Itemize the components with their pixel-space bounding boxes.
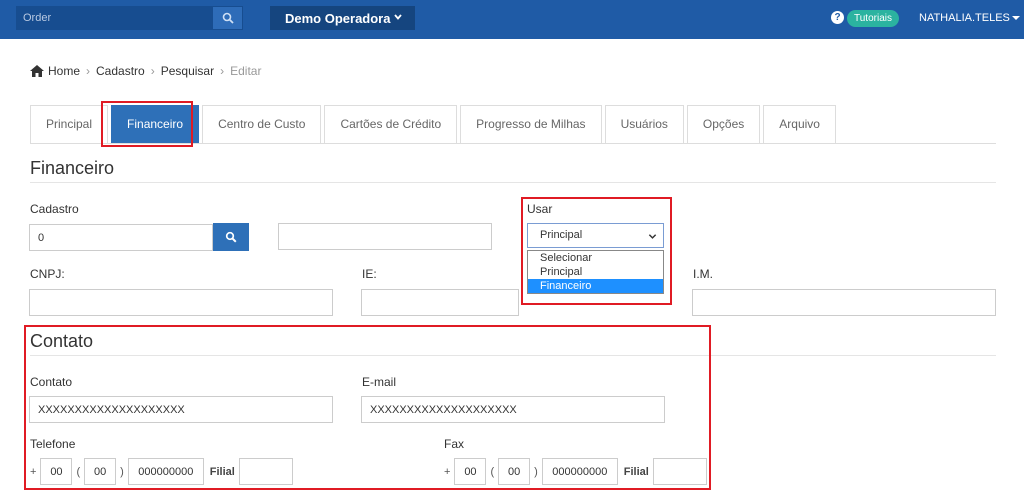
fax-country-input[interactable] — [454, 458, 487, 485]
chevron-down-icon — [648, 234, 657, 239]
usar-label: Usar — [527, 202, 553, 216]
fax-row: + ( ) Filial — [444, 458, 707, 485]
tabs-divider — [30, 143, 996, 144]
usar-option-principal[interactable]: Principal — [528, 265, 663, 279]
contato-section-title: Contato — [30, 331, 94, 351]
contato-input[interactable] — [29, 396, 333, 423]
operator-select[interactable]: Demo Operadora — [270, 6, 415, 30]
fax-area-input[interactable] — [498, 458, 531, 485]
paren-open: ( — [76, 465, 81, 478]
user-menu[interactable]: NATHALIA.TELES — [919, 12, 1020, 24]
section-divider — [30, 182, 996, 183]
telefone-row: + ( ) Filial — [30, 458, 293, 485]
usar-option-selecionar[interactable]: Selecionar — [528, 251, 663, 265]
breadcrumb-home[interactable]: Home — [48, 64, 80, 78]
cadastro-name-input[interactable] — [278, 223, 492, 250]
order-search-button[interactable] — [213, 7, 242, 29]
tab-financeiro[interactable]: Financeiro — [111, 105, 200, 143]
usar-dropdown-list: Selecionar Principal Financeiro — [527, 250, 664, 294]
breadcrumb: Home › Cadastro › Pesquisar › Editar — [30, 64, 261, 78]
home-icon — [30, 65, 44, 77]
breadcrumb-pesquisar[interactable]: Pesquisar — [161, 64, 214, 78]
tab-arquivo[interactable]: Arquivo — [763, 105, 836, 143]
search-icon — [222, 12, 234, 24]
breadcrumb-separator: › — [86, 64, 91, 78]
tab-bar: Principal Financeiro Centro de Custo Car… — [30, 105, 839, 143]
cadastro-label: Cadastro — [30, 202, 79, 216]
fax-filial-label: Filial — [623, 465, 649, 478]
help-icon[interactable]: ? — [831, 11, 844, 24]
paren-open: ( — [490, 465, 495, 478]
breadcrumb-cadastro[interactable]: Cadastro — [96, 64, 145, 78]
telefone-number-input[interactable] — [127, 458, 204, 485]
contato-label: Contato — [30, 375, 73, 389]
top-navbar: Demo Operadora ? Tutoriais NATHALIA.TELE… — [0, 0, 1024, 39]
fax-label: Fax — [444, 437, 465, 451]
breadcrumb-current: Editar — [230, 64, 262, 78]
tab-usuarios[interactable]: Usuários — [604, 105, 684, 143]
cnpj-input[interactable] — [29, 289, 333, 316]
paren-close: ) — [534, 465, 538, 478]
financeiro-section-title: Financeiro — [30, 158, 115, 178]
order-search-input[interactable] — [17, 7, 214, 29]
user-name: NATHALIA.TELES — [919, 12, 1010, 24]
plus-sign: + — [30, 465, 37, 478]
paren-close: ) — [120, 465, 124, 478]
section-divider — [30, 355, 996, 356]
im-label: I.M. — [693, 267, 713, 281]
tab-principal[interactable]: Principal — [30, 105, 109, 143]
plus-sign: + — [444, 465, 451, 478]
cnpj-label: CNPJ: — [30, 267, 65, 281]
im-input[interactable] — [692, 289, 996, 316]
usar-select[interactable]: Principal — [527, 223, 664, 248]
fax-number-input[interactable] — [541, 458, 618, 485]
cadastro-search-button[interactable] — [213, 223, 249, 251]
tutorials-badge[interactable]: Tutoriais — [847, 10, 899, 27]
chevron-down-icon — [394, 14, 402, 20]
caret-down-icon — [1011, 16, 1020, 21]
usar-option-financeiro[interactable]: Financeiro — [528, 279, 663, 293]
telefone-filial-input[interactable] — [238, 458, 293, 485]
tab-cartoes-de-credito[interactable]: Cartões de Crédito — [324, 105, 458, 143]
email-label: E-mail — [362, 375, 397, 389]
telefone-label: Telefone — [30, 437, 76, 451]
email-input[interactable] — [361, 396, 665, 423]
breadcrumb-separator: › — [150, 64, 155, 78]
usar-select-value: Principal — [540, 229, 583, 241]
ie-input[interactable] — [361, 289, 519, 316]
telefone-country-input[interactable] — [40, 458, 73, 485]
tab-progresso-de-milhas[interactable]: Progresso de Milhas — [460, 105, 602, 143]
ie-label: IE: — [362, 267, 377, 281]
search-icon — [225, 231, 237, 243]
fax-filial-input[interactable] — [652, 458, 707, 485]
operator-select-label: Demo Operadora — [285, 10, 391, 26]
telefone-filial-label: Filial — [209, 465, 235, 478]
tab-opcoes[interactable]: Opções — [686, 105, 761, 143]
cadastro-code-input[interactable] — [29, 224, 213, 251]
order-search — [16, 6, 243, 30]
tab-centro-de-custo[interactable]: Centro de Custo — [202, 105, 322, 143]
telefone-area-input[interactable] — [84, 458, 117, 485]
breadcrumb-separator: › — [220, 64, 225, 78]
